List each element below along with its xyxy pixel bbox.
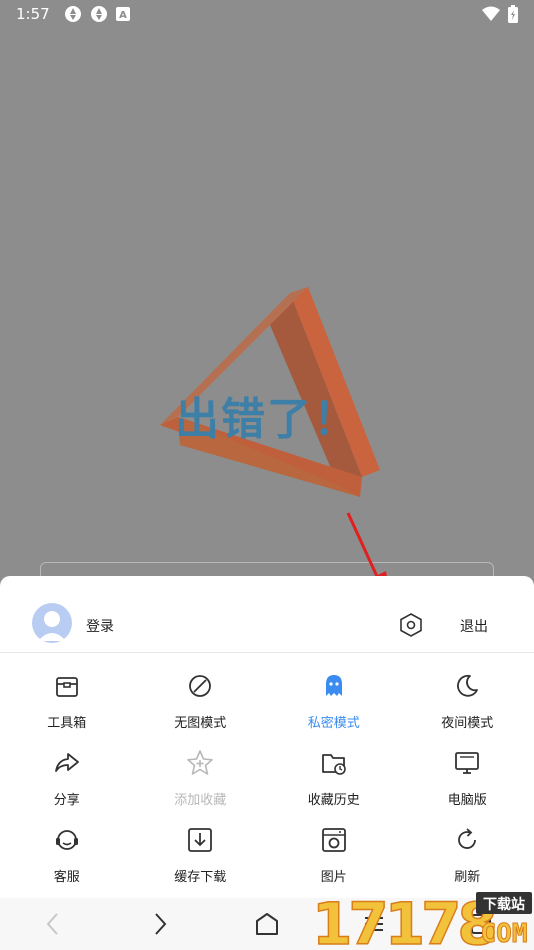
app-icon [64, 6, 81, 22]
login-link[interactable]: 登录 [86, 616, 114, 636]
back-button[interactable] [0, 898, 107, 950]
toolbox-icon [55, 677, 78, 697]
avatar[interactable] [32, 603, 72, 643]
share-button[interactable]: 分享 [0, 745, 134, 822]
download-icon [188, 828, 213, 852]
folder-history-icon [321, 754, 346, 775]
refresh-button[interactable]: 刷新 [401, 822, 534, 899]
a-icon: A [115, 7, 130, 21]
night-mode-button[interactable]: 夜间模式 [401, 668, 534, 745]
divider [0, 652, 534, 653]
no-image-icon [189, 675, 212, 697]
image-icon [321, 828, 346, 852]
favorites-history-button[interactable]: 收藏历史 [267, 745, 401, 822]
customer-service-button[interactable]: 客服 [0, 822, 134, 899]
watermark-number: 17178 [312, 890, 494, 950]
refresh-icon [458, 828, 477, 849]
menu-item-label: 分享 [53, 793, 80, 808]
headset-icon [55, 830, 78, 850]
cache-download-button[interactable]: 缓存下载 [134, 822, 268, 899]
share-icon [54, 753, 79, 772]
menu-item-label: 图片 [320, 870, 347, 885]
star-add-icon [187, 750, 214, 775]
menu-item-label: 客服 [53, 870, 80, 885]
menu-grid: 工具箱 无图模式 私密模式 夜间模式 分享 添加收藏 收藏历史 电脑版 客服 缓… [0, 668, 534, 899]
add-favorite-button[interactable]: 添加收藏 [134, 745, 268, 822]
menu-item-label: 添加收藏 [174, 793, 227, 808]
status-bar: 1:57 A [0, 0, 534, 28]
menu-item-label: 缓存下载 [174, 870, 227, 885]
user-icon [38, 611, 66, 641]
status-time: 1:57 [16, 5, 50, 23]
moon-icon [457, 674, 479, 697]
images-button[interactable]: 图片 [267, 822, 401, 899]
menu-item-label: 工具箱 [47, 716, 87, 731]
home-icon [255, 913, 278, 935]
sheet-header: 登录 退出 [0, 576, 534, 648]
ghost-icon [325, 675, 342, 696]
forward-button[interactable] [107, 898, 214, 950]
forward-icon [155, 913, 167, 935]
error-message: 出错了！ [175, 394, 359, 445]
menu-item-label: 电脑版 [447, 793, 487, 808]
desktop-icon [455, 752, 480, 774]
toolbox-button[interactable]: 工具箱 [0, 668, 134, 745]
wifi-icon [482, 6, 500, 21]
home-button[interactable] [214, 898, 321, 950]
battery-icon [508, 5, 518, 23]
settings-icon[interactable] [398, 612, 424, 638]
watermark-logo: 17178 下载站 COM [311, 890, 532, 950]
status-icons-left: A [64, 5, 130, 23]
private-mode-button[interactable]: 私密模式 [267, 668, 401, 745]
back-icon [47, 913, 59, 935]
no-image-mode-button[interactable]: 无图模式 [134, 668, 268, 745]
menu-item-label: 私密模式 [307, 716, 360, 731]
menu-item-label: 夜间模式 [441, 716, 494, 731]
menu-item-label: 刷新 [454, 870, 481, 885]
app-icon [90, 6, 107, 22]
menu-sheet: 登录 退出 工具箱 无图模式 私密模式 夜间模式 分享 添加收藏 收藏历史 电脑… [0, 576, 534, 898]
svg-text:A: A [119, 10, 127, 21]
exit-button[interactable]: 退出 [460, 616, 488, 636]
desktop-version-button[interactable]: 电脑版 [401, 745, 534, 822]
watermark-tag: 下载站 [483, 896, 525, 913]
watermark-domain: COM [481, 919, 528, 949]
menu-item-label: 无图模式 [174, 716, 227, 731]
status-icons-right [482, 5, 518, 23]
menu-item-label: 收藏历史 [307, 793, 360, 808]
